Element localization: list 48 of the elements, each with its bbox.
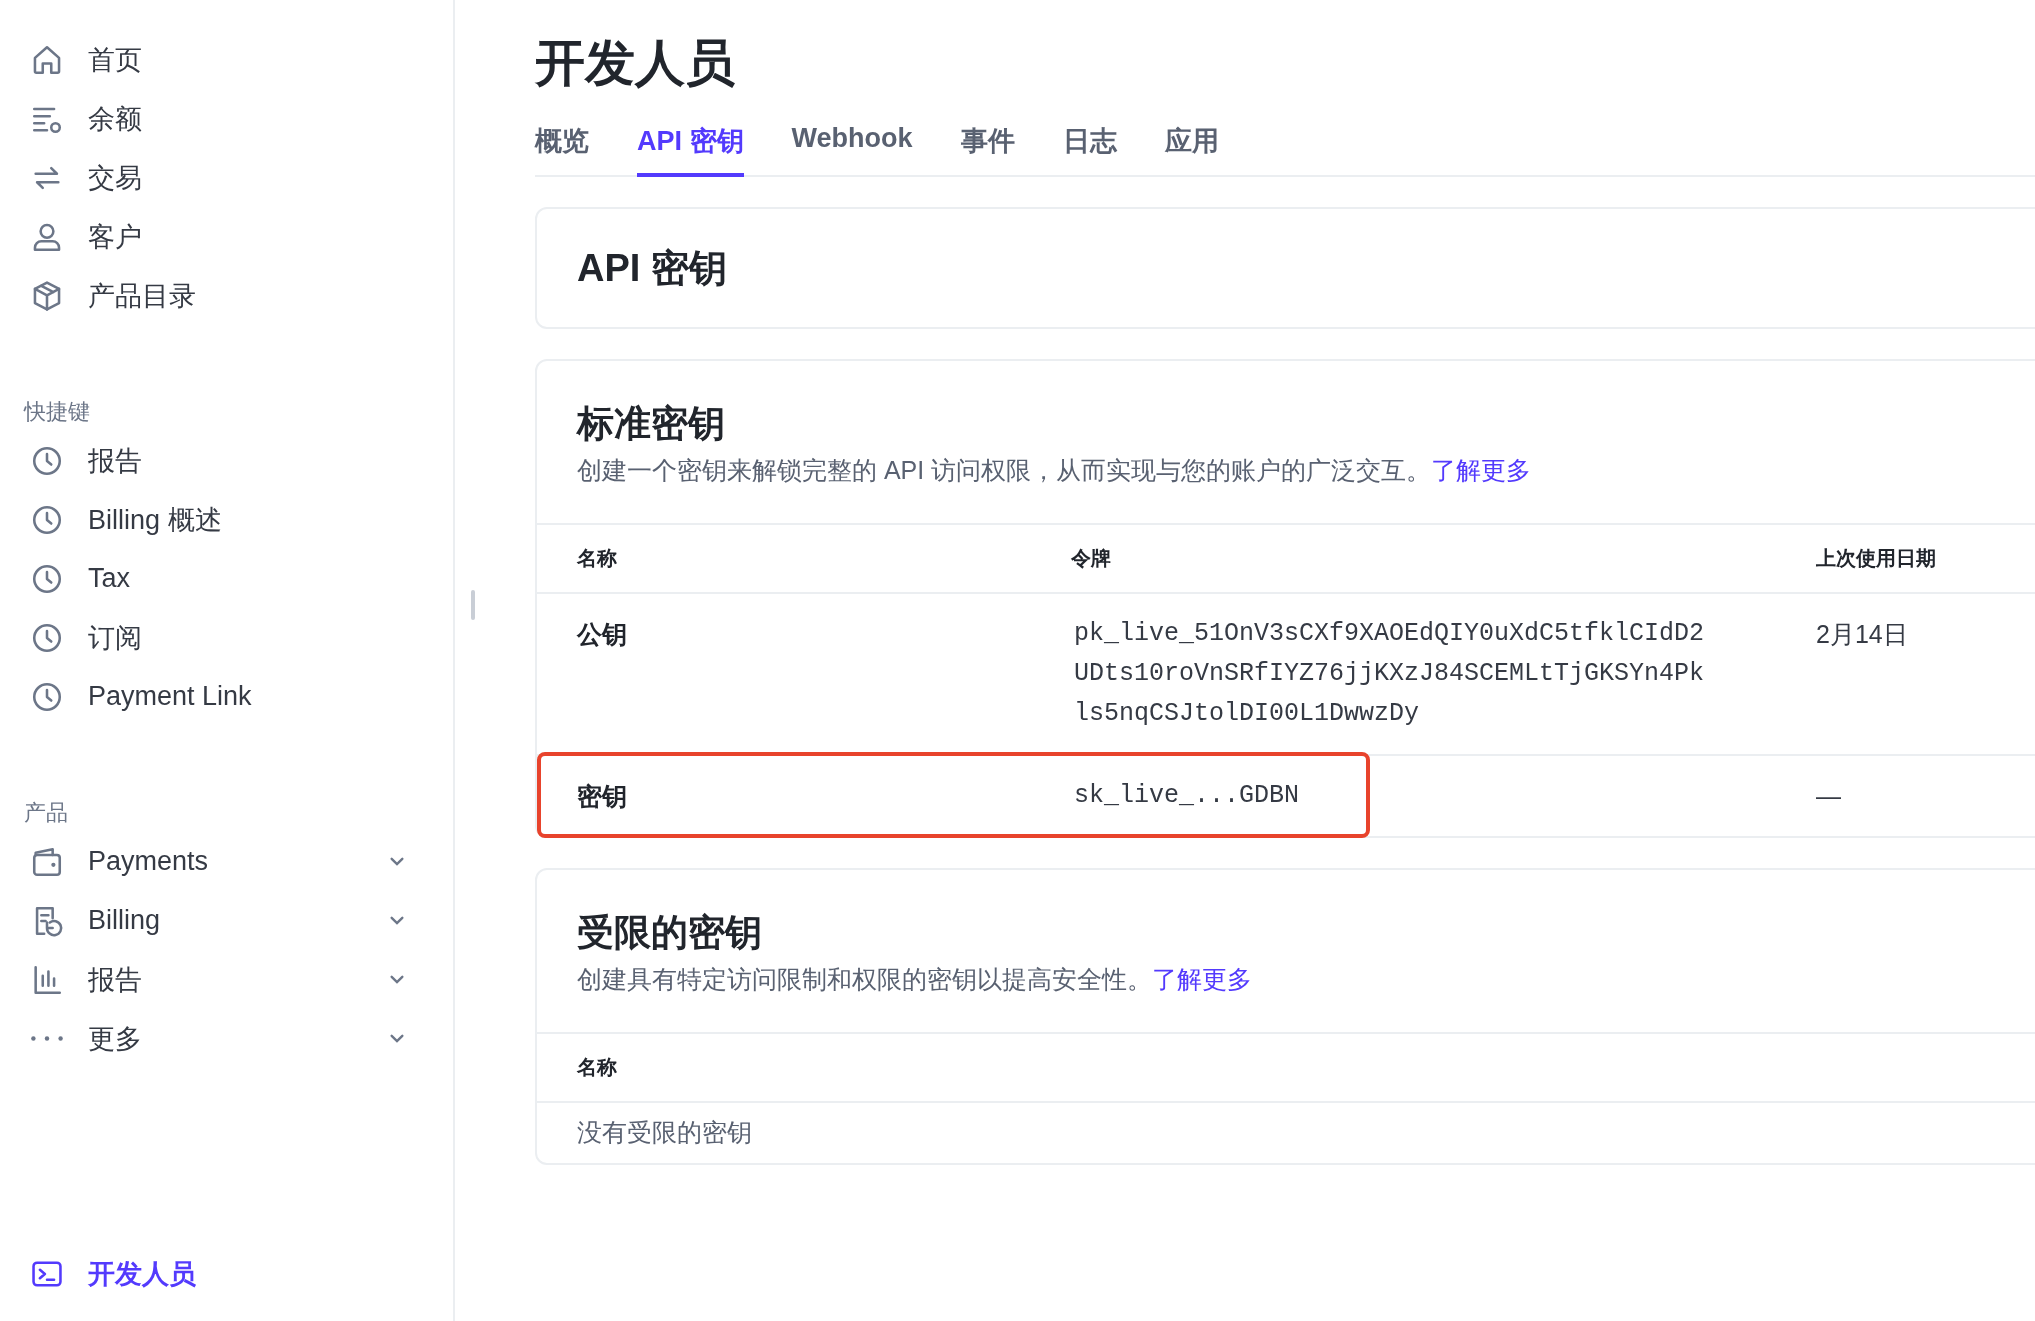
- page-title: 开发人员: [535, 34, 736, 93]
- sidebar-item[interactable]: Billing: [0, 891, 453, 950]
- description-text: 创建具有特定访问限制和权限的密钥以提高安全性。了解更多: [577, 964, 1253, 995]
- sidebar-item[interactable]: 首页: [0, 30, 453, 89]
- column-header: 上次使用日期: [1816, 546, 1936, 571]
- card-title: API 密钥: [577, 245, 727, 291]
- column-header: 名称: [576, 1055, 618, 1080]
- section-heading: 产品: [23, 799, 68, 827]
- sidebar-item[interactable]: 报告: [0, 431, 453, 490]
- tab[interactable]: API 密钥: [637, 119, 744, 177]
- tab[interactable]: 事件: [960, 119, 1015, 177]
- section-title: 受限的密钥: [577, 911, 763, 955]
- chevron-down-icon: [389, 974, 405, 985]
- tab[interactable]: Webhook: [791, 119, 913, 177]
- sidebar-item[interactable]: 更多: [0, 1009, 453, 1068]
- learn-more-link[interactable]: 了解更多: [1152, 965, 1252, 993]
- more-dots-icon: [30, 1035, 64, 1042]
- last-used-date: —: [1816, 781, 1841, 812]
- sidebar-item[interactable]: Billing 概述: [0, 490, 453, 549]
- token-text: sk_live_...GDBN: [1073, 780, 1301, 812]
- tab[interactable]: 应用: [1164, 119, 1219, 177]
- learn-more-link[interactable]: 了解更多: [1431, 456, 1532, 484]
- tab[interactable]: 概览: [535, 119, 589, 177]
- description-text: 创建一个密钥来解锁完整的 API 访问权限，从而实现与您的账户的广泛交互。了解更多: [577, 455, 1533, 486]
- section-heading: 快捷键: [22, 398, 90, 426]
- resize-handle[interactable]: [471, 590, 475, 620]
- sidebar-item[interactable]: 报告: [0, 950, 453, 1009]
- column-header: 令牌: [1071, 546, 1112, 571]
- sidebar-item[interactable]: 产品目录: [0, 266, 453, 325]
- chevron-down-icon: [389, 1033, 405, 1044]
- sidebar-item[interactable]: Tax: [0, 549, 453, 608]
- key-name: 密钥: [576, 781, 628, 812]
- key-name: 公钥: [575, 619, 628, 650]
- sidebar-item[interactable]: 订阅: [0, 608, 453, 667]
- token-text: pk_live_51OnV3sCXf9XAOEdQIY0uXdC5tfklCIdD2UDts10roVnSRfIYZ76jjKXzJ84SCEMLtTjGKSYn4Pkls5nqCSJtolDI00L1DwwzDy: [1073, 618, 1705, 730]
- empty-message: 没有受限的密钥: [576, 1117, 752, 1148]
- sidebar-item[interactable]: 客户: [0, 207, 453, 266]
- last-used-date: 2月14日: [1816, 619, 1908, 650]
- chevron-down-icon: [389, 856, 405, 867]
- sidebar-item[interactable]: 余额: [0, 89, 453, 148]
- section-title: 标准密钥: [577, 402, 726, 446]
- tab[interactable]: 日志: [1062, 119, 1117, 177]
- sidebar-item[interactable]: Payment Link: [0, 667, 453, 726]
- sidebar-item[interactable]: Payments: [0, 832, 453, 891]
- sidebar-item[interactable]: 开发人员: [0, 1244, 453, 1303]
- sidebar-item[interactable]: 交易: [0, 148, 453, 207]
- column-header: 名称: [576, 546, 618, 571]
- chevron-down-icon: [389, 915, 405, 926]
